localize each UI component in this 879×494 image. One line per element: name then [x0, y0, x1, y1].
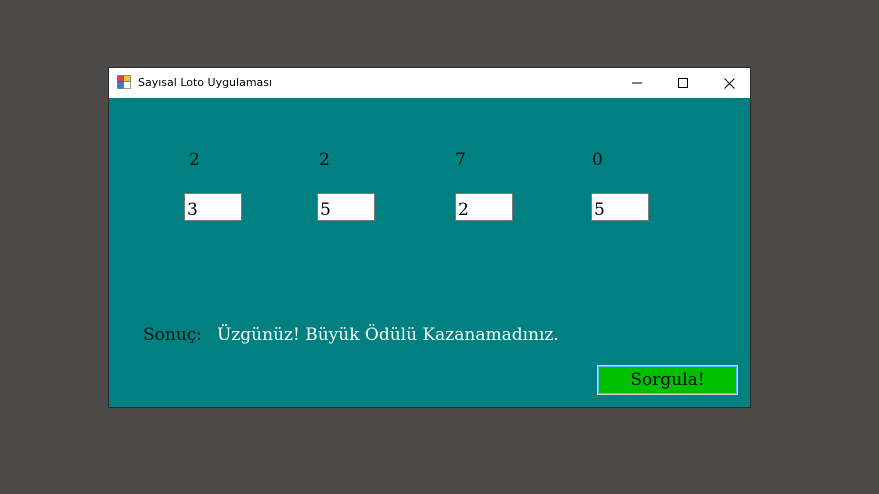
drawn-number-4: 0	[592, 150, 603, 170]
result-label: Sonuç:	[143, 325, 203, 345]
minimize-button[interactable]	[614, 68, 660, 98]
close-button[interactable]	[706, 68, 752, 98]
form-body: 2 2 7 0 Sonuç: Üzgünüz! Büyük Ödülü Kaza…	[109, 98, 750, 407]
drawn-number-1: 2	[189, 150, 200, 170]
query-button[interactable]: Sorgula!	[597, 365, 738, 395]
guess-input-2[interactable]	[317, 193, 375, 221]
guess-input-1[interactable]	[184, 193, 242, 221]
maximize-icon	[678, 78, 688, 88]
drawn-number-2: 2	[319, 150, 330, 170]
minimize-icon	[632, 82, 642, 84]
app-window: Sayısal Loto Uygulaması 2 2 7 0 Sonuç:	[108, 67, 751, 408]
app-icon	[117, 75, 131, 89]
guess-input-3[interactable]	[455, 193, 513, 221]
close-icon	[723, 77, 735, 89]
title-bar[interactable]: Sayısal Loto Uygulaması	[109, 68, 750, 98]
maximize-button[interactable]	[660, 68, 706, 98]
window-title: Sayısal Loto Uygulaması	[138, 76, 273, 89]
result-message: Üzgünüz! Büyük Ödülü Kazanamadınız.	[217, 325, 559, 345]
guess-input-4[interactable]	[591, 193, 649, 221]
drawn-number-3: 7	[455, 150, 466, 170]
